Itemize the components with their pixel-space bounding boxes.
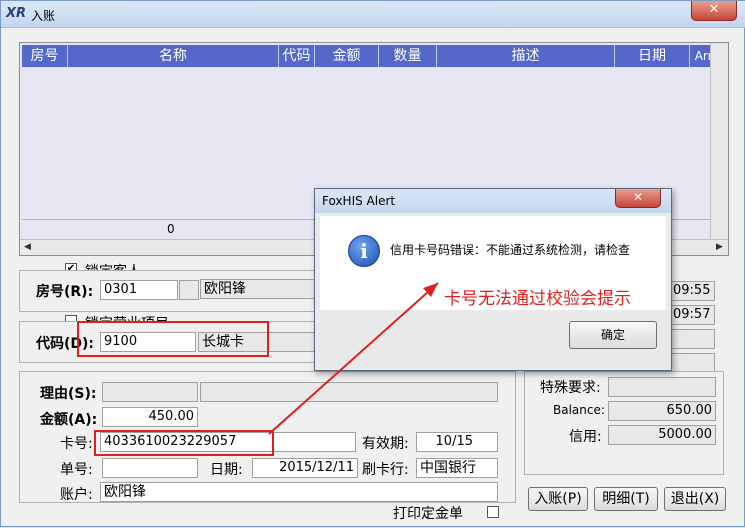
annotation-text: 卡号无法通过校验会提示 bbox=[444, 289, 631, 309]
annotation-arrow bbox=[268, 282, 439, 435]
entry-window: XR 入账 ✕ 房号 名称 代码 金额 数量 描述 日期 Arr. 0 ◀ ▶ … bbox=[0, 0, 745, 527]
